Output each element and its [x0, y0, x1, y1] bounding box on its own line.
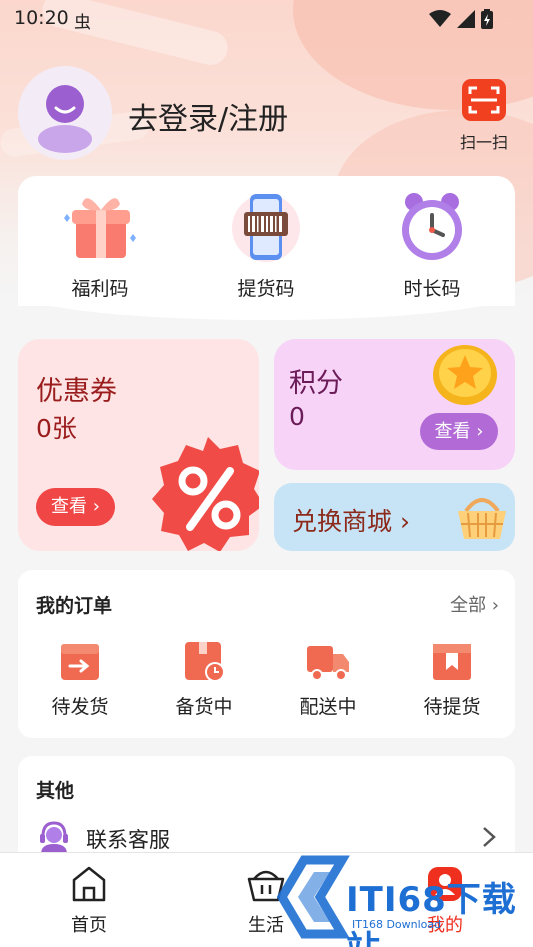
orders-title: 我的订单 [36, 595, 113, 617]
points-card[interactable]: 积分 0 查看 › [274, 339, 515, 470]
my-orders-card: 我的订单 全部 › 待发货 备货中 配送中 待提货 [18, 570, 515, 738]
percent-icon [152, 437, 259, 551]
order-label: 待发货 [51, 696, 109, 718]
coupon-count: 0张 [36, 414, 77, 443]
alarm-clock-icon [402, 193, 462, 260]
avatar[interactable] [18, 66, 112, 160]
home-icon [72, 866, 106, 902]
watermark-emblem [276, 855, 350, 939]
login-register-link[interactable]: 去登录/注册 [128, 94, 288, 138]
duration-code-label: 时长码 [403, 278, 461, 300]
orders-all-link[interactable]: 全部 › [450, 591, 499, 617]
pickup-code-label: 提货码 [237, 278, 295, 300]
avatar-icon [38, 85, 92, 153]
coupon-view-label: 查看 [51, 496, 88, 517]
order-pending-pickup[interactable]: 待提货 [402, 638, 502, 719]
wifi-icon [429, 10, 451, 27]
others-title: 其他 [36, 780, 75, 802]
coupon-view-button[interactable]: 查看 › [36, 488, 115, 526]
headset-icon [40, 821, 68, 854]
points-value: 0 [289, 402, 305, 431]
watermark-logo: ITI68下载站 IT168 Download [262, 852, 533, 947]
coupon-card[interactable]: 优惠券 0张 查看 › [18, 339, 259, 551]
points-view-label: 查看 [434, 421, 471, 442]
chevron-right-icon [483, 827, 496, 847]
status-bar: 10:20 虫 [0, 0, 533, 38]
box-bookmark-icon [433, 644, 471, 680]
watermark-subtext: IT168 Download [352, 918, 442, 931]
scan-button[interactable]: 扫一扫 [454, 79, 514, 153]
phone-barcode-icon [232, 194, 300, 262]
welfare-code-label: 福利码 [71, 278, 129, 300]
tab-home[interactable]: 首页 [34, 865, 144, 937]
points-title: 积分 [289, 368, 343, 399]
order-label: 待提货 [423, 696, 481, 718]
coupon-title: 优惠券 [36, 376, 117, 407]
star-coin-icon [433, 345, 497, 405]
contact-service-label: 联系客服 [86, 828, 170, 852]
order-pending-shipment[interactable]: 待发货 [30, 638, 130, 719]
scan-icon [462, 79, 506, 121]
box-arrow-icon [61, 644, 99, 680]
profile-header: 去登录/注册 扫一扫 [18, 66, 518, 160]
order-label: 配送中 [299, 696, 357, 718]
tab-home-label: 首页 [71, 915, 107, 936]
gift-icon [64, 198, 136, 258]
bug-icon: 虫 [74, 13, 91, 33]
order-preparing[interactable]: 备货中 [154, 638, 254, 719]
codes-card: 福利码 提货码 时长码 [18, 176, 515, 320]
points-view-button[interactable]: 查看 › [420, 413, 498, 450]
box-clock-icon [185, 642, 225, 682]
signal-icon [457, 10, 475, 28]
shopping-basket-icon [458, 498, 506, 539]
watermark-text: ITI68下载站 [346, 880, 517, 947]
mall-title: 兑换商城 › [292, 507, 410, 536]
exchange-mall-card[interactable]: 兑换商城 › [274, 483, 515, 551]
pickup-code-item[interactable]: 提货码 [206, 190, 326, 301]
scan-label: 扫一扫 [459, 133, 508, 152]
battery-icon [481, 9, 493, 29]
welfare-code-item[interactable]: 福利码 [40, 190, 160, 301]
order-delivering[interactable]: 配送中 [278, 638, 378, 719]
status-time: 10:20 [14, 7, 69, 29]
order-label: 备货中 [175, 696, 233, 718]
truck-icon [307, 646, 349, 681]
duration-code-item[interactable]: 时长码 [372, 190, 492, 301]
